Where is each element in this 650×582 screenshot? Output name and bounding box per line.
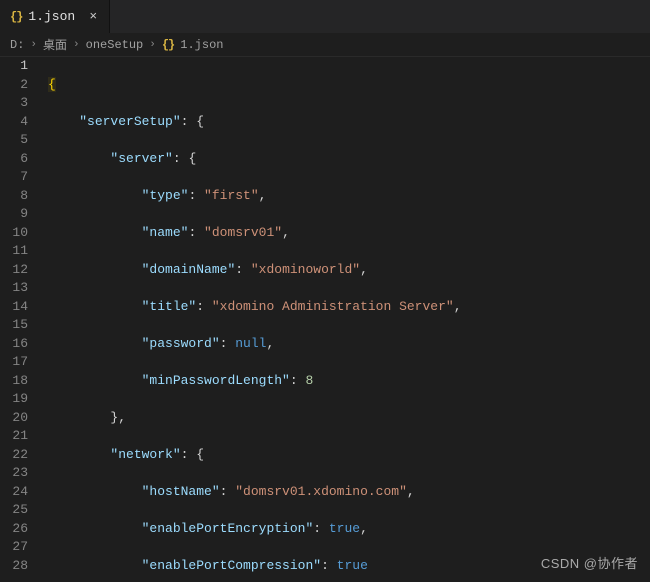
line-number: 25 [0, 501, 28, 520]
breadcrumb-seg[interactable]: oneSetup [86, 38, 144, 52]
line-number: 17 [0, 353, 28, 372]
line-number: 24 [0, 483, 28, 502]
breadcrumb[interactable]: D: › 桌面 › oneSetup › {} 1.json [0, 33, 650, 57]
line-number: 7 [0, 168, 28, 187]
line-number: 13 [0, 279, 28, 298]
line-number: 16 [0, 335, 28, 354]
gutter: 1 2 3 4 5 6 7 8 9 10 11 12 13 14 15 16 1… [0, 57, 42, 582]
line-number: 18 [0, 372, 28, 391]
code-line: "name": "domsrv01", [48, 224, 650, 243]
code-line: "enablePortCompression": true [48, 557, 650, 576]
code-line: "title": "xdomino Administration Server"… [48, 298, 650, 317]
line-number: 21 [0, 427, 28, 446]
json-file-icon: {} [10, 10, 22, 24]
code-line: "enablePortEncryption": true, [48, 520, 650, 539]
code-line: "server": { [48, 150, 650, 169]
code-line: { [48, 76, 650, 95]
tab-active[interactable]: {} 1.json × [0, 0, 110, 33]
code-line: "hostName": "domsrv01.xdomino.com", [48, 483, 650, 502]
code-line: "serverSetup": { [48, 113, 650, 132]
editor[interactable]: 1 2 3 4 5 6 7 8 9 10 11 12 13 14 15 16 1… [0, 57, 650, 582]
close-icon[interactable]: × [85, 9, 101, 25]
code-line: "domainName": "xdominoworld", [48, 261, 650, 280]
code-line: "type": "first", [48, 187, 650, 206]
line-number: 15 [0, 316, 28, 335]
code-area[interactable]: { "serverSetup": { "server": { "type": "… [42, 57, 650, 582]
code-line: "minPasswordLength": 8 [48, 372, 650, 391]
line-number: 4 [0, 113, 28, 132]
chevron-right-icon: › [30, 39, 37, 51]
line-number: 6 [0, 150, 28, 169]
line-number: 1 [0, 57, 28, 76]
breadcrumb-seg[interactable]: 桌面 [43, 36, 67, 53]
line-number: 9 [0, 205, 28, 224]
line-number: 20 [0, 409, 28, 428]
tab-label: 1.json [28, 9, 75, 24]
code-line: "password": null, [48, 335, 650, 354]
line-number: 14 [0, 298, 28, 317]
line-number: 27 [0, 538, 28, 557]
breadcrumb-seg[interactable]: 1.json [180, 38, 223, 52]
breadcrumb-seg[interactable]: D: [10, 38, 24, 52]
tab-bar: {} 1.json × [0, 0, 650, 33]
line-number: 23 [0, 464, 28, 483]
code-line: "network": { [48, 446, 650, 465]
line-number: 10 [0, 224, 28, 243]
line-number: 11 [0, 242, 28, 261]
chevron-right-icon: › [149, 39, 156, 51]
line-number: 2 [0, 76, 28, 95]
line-number: 8 [0, 187, 28, 206]
line-number: 3 [0, 94, 28, 113]
line-number: 28 [0, 557, 28, 576]
line-number: 22 [0, 446, 28, 465]
line-number: 26 [0, 520, 28, 539]
line-number: 5 [0, 131, 28, 150]
line-number: 12 [0, 261, 28, 280]
chevron-right-icon: › [73, 39, 80, 51]
line-number: 19 [0, 390, 28, 409]
json-file-icon: {} [162, 38, 174, 52]
code-line: }, [48, 409, 650, 428]
